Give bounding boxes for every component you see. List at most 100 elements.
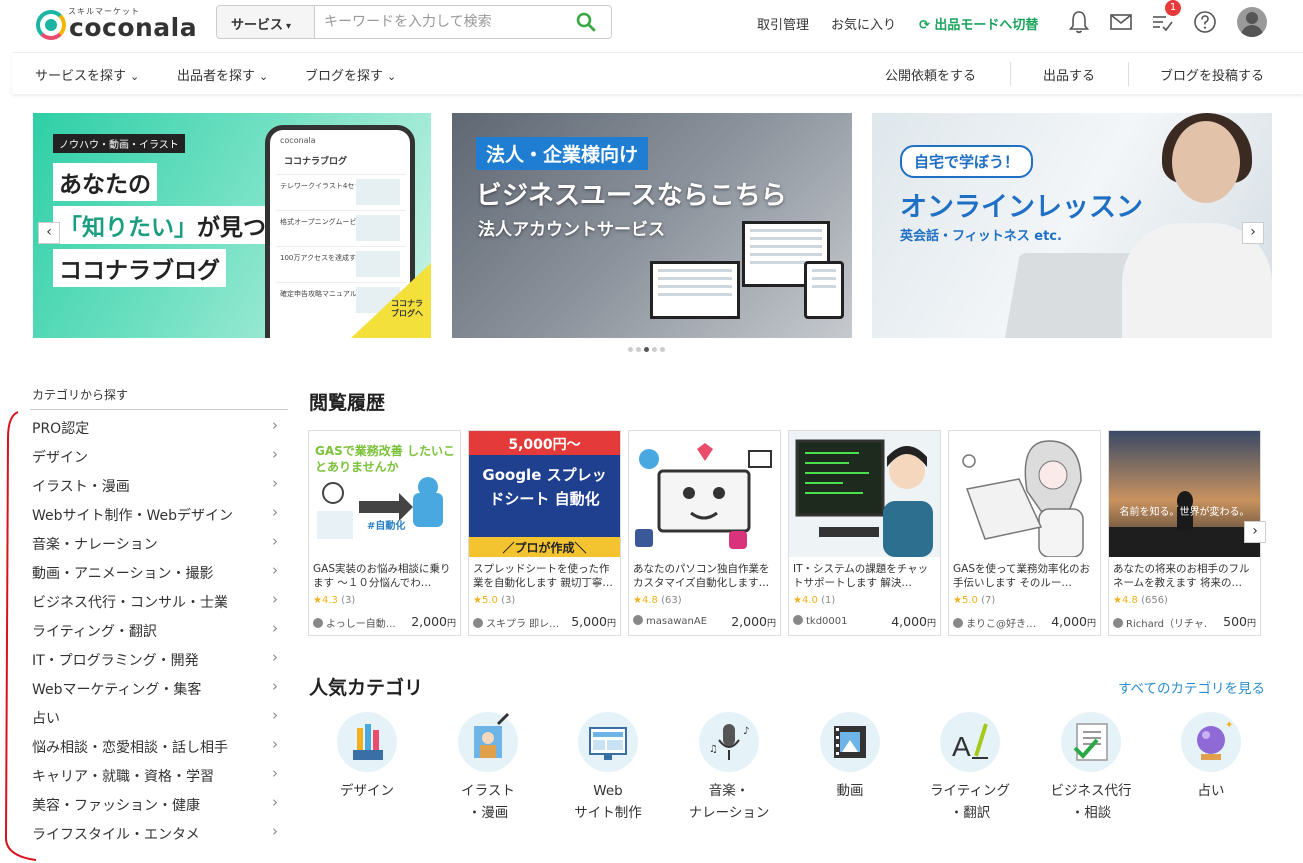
popular-category-fortune[interactable]: ✦ 占い xyxy=(1156,712,1266,802)
card-price: 5,000円 xyxy=(571,614,616,629)
popular-category-label: ビジネス代行 ・相談 xyxy=(1050,783,1132,821)
todo-badge: 1 xyxy=(1165,0,1181,16)
post-blog-link[interactable]: ブログを投稿する xyxy=(1160,65,1264,84)
popular-category-web[interactable]: Web サイト制作 xyxy=(553,712,663,824)
search-icon[interactable] xyxy=(575,11,597,33)
review-count: (3) xyxy=(501,595,516,606)
popular-category-video[interactable]: 動画 xyxy=(795,712,905,802)
seller-mode-switch[interactable]: ⟳ 出品モードへ切替 xyxy=(919,14,1038,33)
service-card[interactable]: GASで業務改善 したいことありませんか #自動化 GAS実装のお悩み相談に乗り… xyxy=(308,430,461,636)
category-item[interactable]: 動画・アニメーション・撮影 › xyxy=(30,555,288,584)
popular-category-illustration[interactable]: イラスト ・漫画 xyxy=(433,712,543,824)
banner-business[interactable]: 法人・企業様向け ビジネスユースならこちら 法人アカウントサービス xyxy=(452,113,852,338)
rating-value: 4.0 xyxy=(801,595,818,606)
banner-online-lesson[interactable]: 自宅で学ぼう！ オンラインレッスン 英会話・フィットネス etc. xyxy=(872,113,1272,338)
chevron-right-icon: › xyxy=(272,822,278,840)
chevron-right-icon: › xyxy=(272,706,278,724)
carousel-dot[interactable] xyxy=(628,347,633,352)
carousel-prev-button[interactable]: ‹ xyxy=(38,222,60,244)
category-item[interactable]: 占い › xyxy=(30,700,288,729)
category-label: 占い xyxy=(32,711,60,727)
service-card[interactable]: あなたのパソコン独自作業をカスタマイズ自動化します… ★4.8 (63) mas… xyxy=(628,430,781,636)
chevron-right-icon: › xyxy=(272,735,278,753)
service-card[interactable]: GASを使って業務効率化のお手伝いします そのルー… ★5.0 (7) まりこ@… xyxy=(948,430,1101,636)
category-item[interactable]: Webサイト制作・Webデザイン › xyxy=(30,497,288,526)
service-card[interactable]: 名前を知る。世界が変わる。 あなたの将来のお相手のフルネームを教えます 将来の…… xyxy=(1108,430,1261,636)
banner-blog[interactable]: ノウハウ・動画・イラスト あなたの 「知りたい」が見つかる ココナラブログ co… xyxy=(33,113,431,338)
category-item[interactable]: IT・プログラミング・開発 › xyxy=(30,642,288,671)
divider xyxy=(1010,62,1011,86)
popular-category-design[interactable]: デザイン xyxy=(312,712,422,802)
card-image-text: 名前を知る。世界が変わる。 xyxy=(1119,507,1250,518)
pencils-icon xyxy=(337,712,397,772)
see-all-categories-link[interactable]: すべてのカテゴリを見る xyxy=(1118,677,1265,697)
sub-navigation: サービスを探す ⌄ 出品者を探す ⌄ ブログを探す ⌄ 公開依頼をする 出品する ブロ… xyxy=(12,52,1303,94)
banner-highlight: 「知りたい」 xyxy=(59,215,197,241)
popular-category-music[interactable]: ♪ ♫ 音楽・ ナレーション xyxy=(674,712,784,824)
category-item[interactable]: 美容・ファッション・健康 › xyxy=(30,787,288,816)
price-currency: 円 xyxy=(446,619,456,629)
bell-icon[interactable] xyxy=(1066,9,1092,35)
carousel-dot[interactable] xyxy=(652,347,657,352)
card-seller: tkd0001 xyxy=(793,615,888,627)
popular-category-writing[interactable]: A ライティング ・翻訳 xyxy=(915,712,1025,824)
menu-find-blogs-label: ブログを探す xyxy=(305,69,384,84)
svg-text:♫: ♫ xyxy=(709,744,718,755)
star-icon: ★ xyxy=(633,595,642,606)
microphone-icon: ♪ ♫ xyxy=(699,712,759,772)
mail-icon[interactable] xyxy=(1108,9,1134,35)
help-icon[interactable] xyxy=(1192,9,1218,35)
card-rating: ★4.0 (1) xyxy=(793,595,835,606)
carousel-dot[interactable] xyxy=(636,347,641,352)
menu-find-services[interactable]: サービスを探す ⌄ xyxy=(35,65,139,84)
service-card[interactable]: 5,000円〜 Google スプレッドシート 自動化 ／プロが作成＼ スプレッ… xyxy=(468,430,621,636)
category-item[interactable]: デザイン › xyxy=(30,439,288,468)
category-item[interactable]: 音楽・ナレーション › xyxy=(30,526,288,555)
service-card[interactable]: IT・システムの課題をチャットサポートします 解決… ★4.0 (1) tkd0… xyxy=(788,430,941,636)
avatar[interactable] xyxy=(1237,7,1267,37)
category-item[interactable]: PRO認定 › xyxy=(30,410,288,439)
menu-find-blogs[interactable]: ブログを探す ⌄ xyxy=(305,65,396,84)
banner-headline: オンラインレッスン xyxy=(900,192,1143,223)
post-request-link[interactable]: 公開依頼をする xyxy=(885,65,976,84)
category-item[interactable]: 悩み相談・恋愛相談・話し相手 › xyxy=(30,729,288,758)
category-item[interactable]: ライフスタイル・エンタメ › xyxy=(30,816,288,845)
popular-category-label: イラスト ・漫画 xyxy=(461,783,515,821)
banner-line: あなたの xyxy=(53,163,157,201)
category-item[interactable]: イラスト・漫画 › xyxy=(30,468,288,497)
banner-tag: ノウハウ・動画・イラスト xyxy=(53,134,185,153)
chevron-right-icon: › xyxy=(272,793,278,811)
carousel-dot-active[interactable] xyxy=(644,347,649,352)
carousel-dots xyxy=(628,347,678,355)
search-input[interactable] xyxy=(316,6,566,38)
nav-favorites[interactable]: お気に入り xyxy=(831,14,896,33)
chevron-right-icon: › xyxy=(272,503,278,521)
history-next-button[interactable]: › xyxy=(1244,521,1266,543)
search-category-select[interactable]: サービス ▾ xyxy=(217,6,315,38)
thumbnail xyxy=(356,179,400,205)
seller-name: まりこ@好き… xyxy=(966,619,1036,630)
phone-row: 格式オープニングムービー素材 xyxy=(276,210,406,244)
category-item[interactable]: Webマーケティング・集客 › xyxy=(30,671,288,700)
card-seller: Richard（リチャ… xyxy=(1113,615,1208,630)
nav-transactions[interactable]: 取引管理 xyxy=(757,14,809,33)
popular-category-business[interactable]: ビジネス代行 ・相談 xyxy=(1036,712,1146,824)
seller-avatar xyxy=(633,615,643,625)
card-thumbnail xyxy=(1109,431,1260,557)
sell-link[interactable]: 出品する xyxy=(1043,65,1095,84)
rating-value: 4.8 xyxy=(641,595,658,606)
category-item[interactable]: ライティング・翻訳 › xyxy=(30,613,288,642)
popular-category-label: 音楽・ ナレーション xyxy=(688,783,770,821)
menu-find-sellers[interactable]: 出品者を探す ⌄ xyxy=(177,65,268,84)
price-value: 500 xyxy=(1223,614,1247,629)
price-currency: 円 xyxy=(1246,619,1256,629)
carousel-next-button[interactable]: › xyxy=(1242,222,1264,244)
category-item[interactable]: キャリア・就職・資格・学習 › xyxy=(30,758,288,787)
carousel-dot[interactable] xyxy=(660,347,665,352)
category-label: 悩み相談・恋愛相談・話し相手 xyxy=(32,740,228,756)
card-rating: ★4.8 (63) xyxy=(633,595,682,606)
card-image-footer: ／プロが作成＼ xyxy=(502,541,587,555)
category-item[interactable]: ビジネス代行・コンサル・士業 › xyxy=(30,584,288,613)
review-count: (656) xyxy=(1141,595,1168,606)
coconala-logo[interactable]: スキルマーケット coconala xyxy=(36,6,197,42)
